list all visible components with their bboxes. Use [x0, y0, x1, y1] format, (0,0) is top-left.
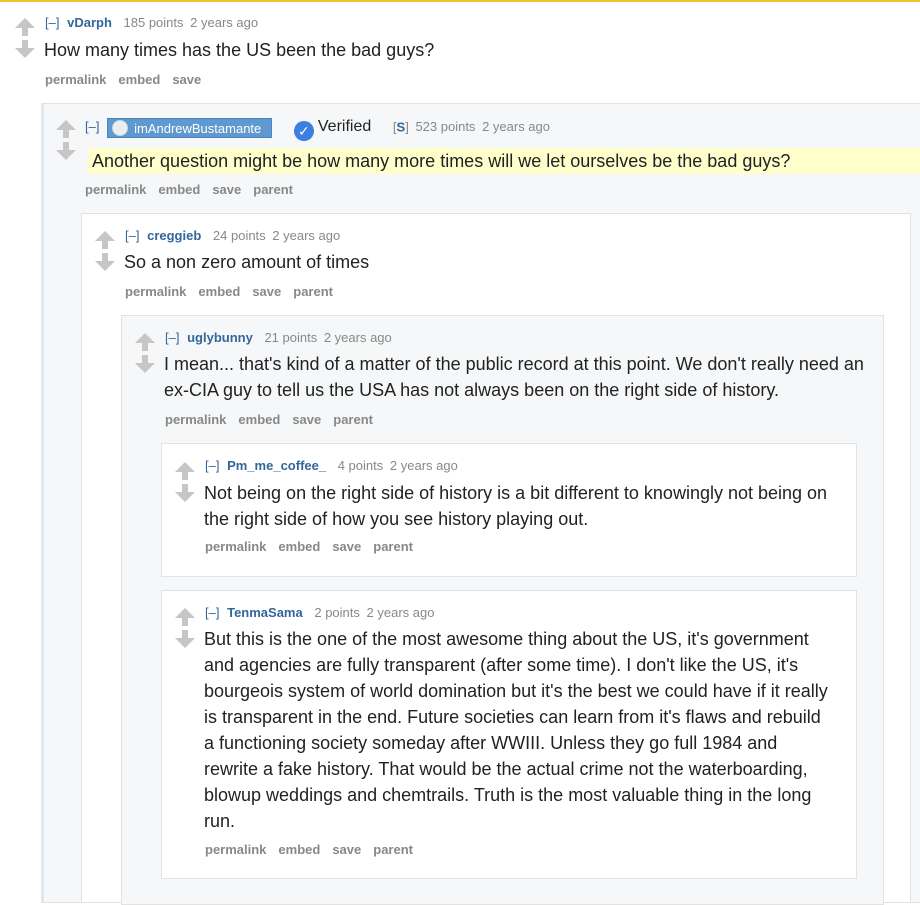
upvote-arrow-icon[interactable] — [135, 333, 155, 351]
permalink-link[interactable]: permalink — [165, 412, 226, 427]
verified-label: Verified — [317, 118, 372, 136]
parent-link[interactable]: parent — [293, 284, 333, 299]
comment-points: 21 points — [264, 330, 318, 345]
downvote-arrow-icon[interactable] — [135, 355, 155, 373]
comment-points: 24 points — [212, 228, 266, 243]
comment-points: 185 points — [123, 15, 184, 30]
comment-actions: permalink embed save parent — [125, 284, 345, 299]
comment-body: But this is the one of the most awesome … — [204, 629, 828, 831]
downvote-arrow-icon[interactable] — [56, 142, 76, 160]
embed-link[interactable]: embed — [198, 284, 240, 299]
save-link[interactable]: save — [332, 539, 361, 554]
permalink-link[interactable]: permalink — [125, 284, 186, 299]
vote-arrows — [175, 462, 195, 502]
comment-actions: permalink embed save — [45, 72, 213, 87]
upvote-arrow-icon[interactable] — [56, 120, 76, 138]
collapse-toggle[interactable]: [–] — [165, 330, 179, 345]
parent-link[interactable]: parent — [373, 539, 413, 554]
vote-arrows — [175, 608, 195, 648]
permalink-link[interactable]: permalink — [85, 182, 146, 197]
comment-pm-me-coffee: [–] Pm_me_coffee_ 4 points 2 years ago N… — [161, 443, 857, 577]
collapse-toggle[interactable]: [–] — [205, 605, 219, 620]
downvote-arrow-icon[interactable] — [175, 484, 195, 502]
upvote-arrow-icon[interactable] — [175, 608, 195, 626]
comment-author[interactable]: uglybunny — [187, 330, 253, 345]
comment-vdarph: [–] vDarph 185 points 2 years ago How ma… — [0, 0, 920, 100]
permalink-link[interactable]: permalink — [205, 842, 266, 857]
comment-tenmasama: [–] TenmaSama 2 points 2 years ago But t… — [161, 590, 857, 879]
comment-tagline: [–] TenmaSama 2 points 2 years ago — [205, 605, 434, 620]
comment-actions: permalink embed save parent — [205, 539, 425, 554]
comment-age: 2 years ago — [482, 119, 550, 135]
comment-author[interactable]: imAndrewBustamante — [134, 121, 261, 136]
submitter-badge[interactable]: [S] — [393, 119, 409, 134]
parent-link[interactable]: parent — [373, 842, 413, 857]
comment-age: 2 years ago — [190, 15, 259, 30]
vote-arrows — [56, 120, 76, 160]
author-flair-pill[interactable]: imAndrewBustamante — [107, 118, 273, 138]
embed-link[interactable]: embed — [278, 539, 320, 554]
vote-arrows — [95, 231, 115, 271]
vote-arrows — [135, 333, 155, 373]
comment-points: 2 points — [314, 605, 360, 620]
comment-tagline: [–] creggieb 24 points 2 years ago — [125, 228, 340, 243]
badge-letter: S — [396, 119, 406, 135]
collapse-toggle[interactable]: [–] — [125, 228, 139, 243]
comment-tagline: [–] Pm_me_coffee_ 4 points 2 years ago — [205, 458, 458, 473]
comment-tagline: [–] uglybunny 21 points 2 years ago — [165, 330, 392, 345]
comment-body: Another question might be how many more … — [88, 148, 920, 174]
badge-bracket-close: ] — [405, 119, 409, 135]
comment-tagline: [–] vDarph 185 points 2 years ago — [45, 15, 258, 30]
comment-age: 2 years ago — [272, 228, 341, 243]
collapse-toggle[interactable]: [–] — [205, 458, 219, 473]
comment-body: How many times has the US been the bad g… — [44, 40, 435, 60]
embed-link[interactable]: embed — [278, 842, 320, 857]
save-link[interactable]: save — [212, 182, 241, 197]
save-link[interactable]: save — [332, 842, 361, 857]
upvote-arrow-icon[interactable] — [15, 18, 35, 36]
comment-author[interactable]: TenmaSama — [227, 605, 303, 620]
user-avatar-icon — [112, 120, 129, 136]
save-link[interactable]: save — [252, 284, 281, 299]
comment-actions: permalink embed save parent — [165, 412, 385, 427]
downvote-arrow-icon[interactable] — [175, 630, 195, 648]
vote-arrows — [15, 18, 35, 58]
comment-author[interactable]: Pm_me_coffee_ — [227, 458, 326, 473]
comment-actions: permalink embed save parent — [85, 182, 305, 197]
comment-body: So a non zero amount of times — [124, 252, 370, 272]
comment-age: 2 years ago — [323, 330, 392, 345]
parent-link[interactable]: parent — [333, 412, 373, 427]
comment-body: I mean... that's kind of a matter of the… — [164, 354, 864, 400]
comment-points: 523 points — [415, 119, 476, 135]
save-link[interactable]: save — [292, 412, 321, 427]
verified-check-icon: ✓ — [293, 121, 314, 142]
upvote-arrow-icon[interactable] — [175, 462, 195, 480]
comment-age: 2 years ago — [389, 458, 458, 473]
save-link[interactable]: save — [172, 72, 201, 87]
parent-link[interactable]: parent — [253, 182, 293, 197]
upvote-arrow-icon[interactable] — [95, 231, 115, 249]
embed-link[interactable]: embed — [158, 182, 200, 197]
comment-points: 4 points — [337, 458, 384, 473]
permalink-link[interactable]: permalink — [45, 72, 106, 87]
embed-link[interactable]: embed — [118, 72, 160, 87]
embed-link[interactable]: embed — [238, 412, 280, 427]
collapse-toggle[interactable]: [–] — [45, 15, 59, 30]
comment-age: 2 years ago — [366, 605, 435, 620]
collapse-toggle[interactable]: [–] — [85, 119, 99, 134]
downvote-arrow-icon[interactable] — [15, 40, 35, 58]
comment-actions: permalink embed save parent — [205, 842, 425, 857]
comment-author[interactable]: vDarph — [67, 15, 112, 30]
comment-author[interactable]: creggieb — [147, 228, 201, 243]
permalink-link[interactable]: permalink — [205, 539, 266, 554]
comment-body: Not being on the right side of history i… — [204, 483, 828, 529]
downvote-arrow-icon[interactable] — [95, 253, 115, 271]
comment-tagline: [–] imAndrewBustamante ✓ Verified [S] 523… — [85, 118, 550, 142]
